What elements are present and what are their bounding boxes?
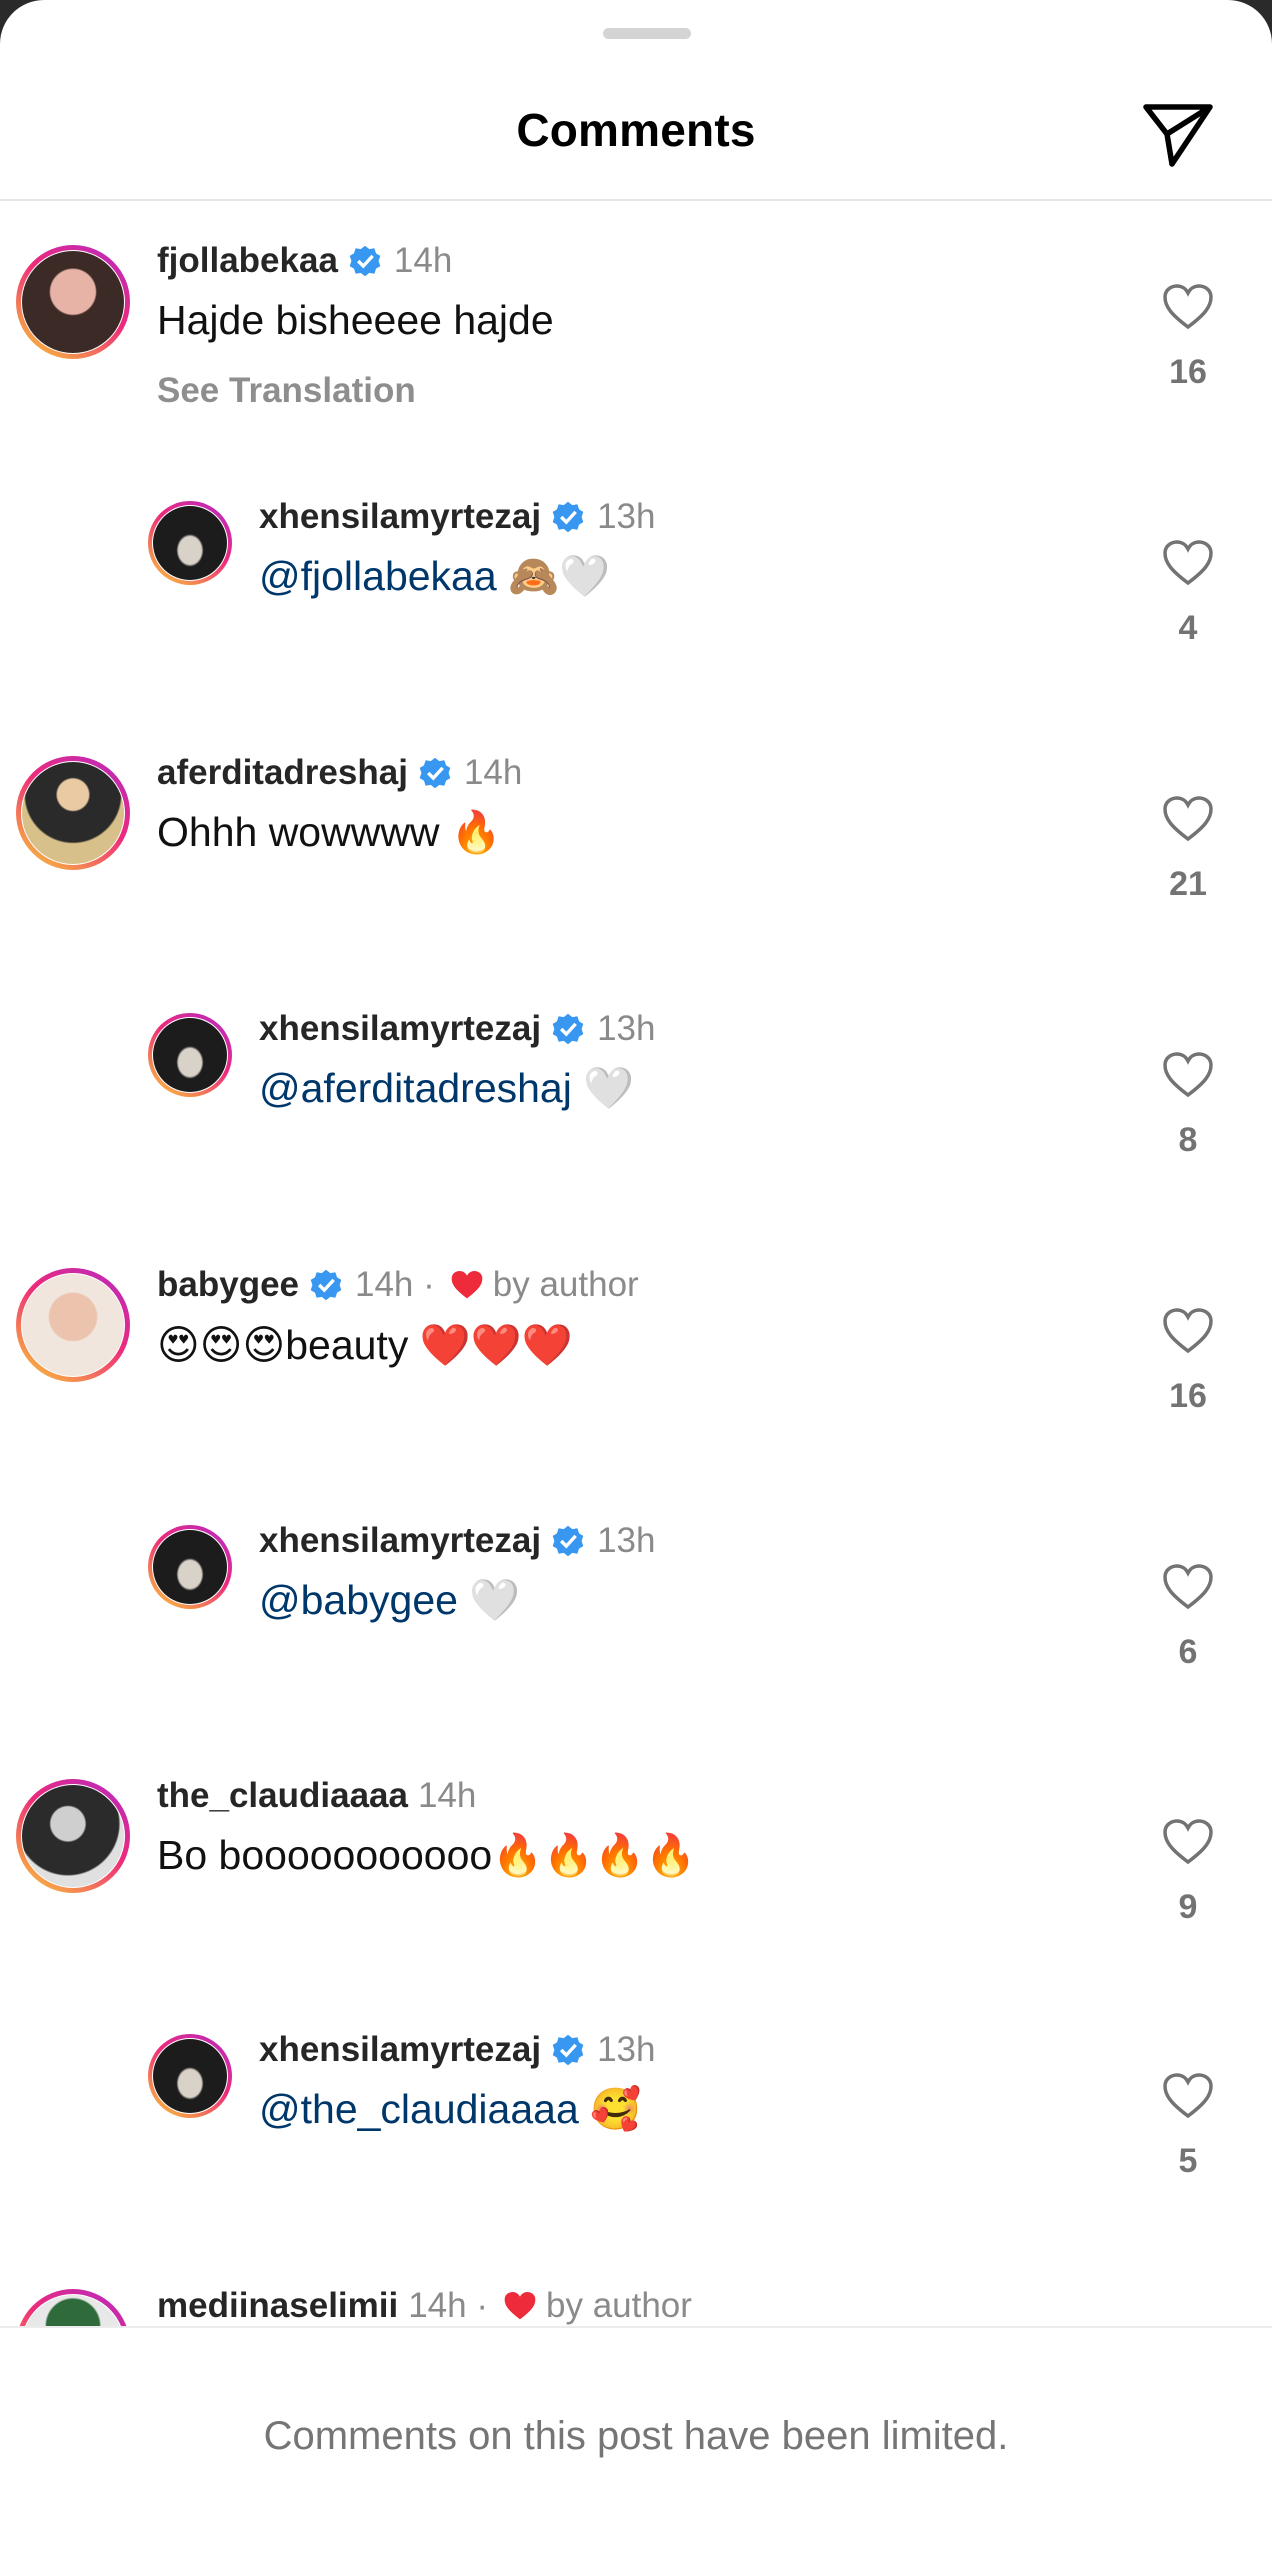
username[interactable]: the_claudiaaaa <box>157 1776 408 1816</box>
heart-icon[interactable] <box>1162 1307 1214 1355</box>
comment-time: 13h <box>597 497 656 536</box>
comment-text: Hajde bisheeee hajde <box>157 297 554 343</box>
comment-text: 🙈🤍 <box>508 553 611 599</box>
heart-filled-icon <box>451 1271 483 1299</box>
heart-filled-icon <box>504 2292 536 2320</box>
mention-link[interactable]: @aferditadreshaj <box>259 1065 572 1111</box>
see-translation-link[interactable]: See Translation <box>157 371 416 411</box>
author-liked-indicator: by author <box>435 1265 639 1305</box>
verified-badge-icon <box>552 1525 584 1557</box>
comment-time: 14h <box>417 1776 477 1815</box>
avatar[interactable] <box>16 1268 130 1382</box>
comment-time: 13h <box>597 1009 656 1048</box>
comments-list[interactable]: fjollabekaa 14h Hajde bisheeee hajde See… <box>0 201 1272 2326</box>
username[interactable]: xhensilamyrtezaj <box>259 1521 541 1561</box>
comment-time: 14h · <box>355 1265 435 1304</box>
verified-badge-icon <box>552 2034 584 2066</box>
avatar[interactable] <box>148 1013 232 1097</box>
verified-badge-icon <box>552 1013 584 1045</box>
by-author-label: by author <box>492 1265 639 1304</box>
avatar[interactable] <box>148 501 232 585</box>
username[interactable]: mediinaselimii <box>157 2286 398 2326</box>
mention-link[interactable]: @babygee <box>259 1577 458 1623</box>
avatar[interactable] <box>16 2289 130 2326</box>
comments-limited-footer: Comments on this post have been limited. <box>0 2326 1272 2560</box>
mention-link[interactable]: @the_claudiaaaa <box>259 2086 579 2132</box>
username[interactable]: fjollabekaa <box>157 241 338 281</box>
username[interactable]: xhensilamyrtezaj <box>259 2030 541 2070</box>
mention-link[interactable]: @fjollabekaa <box>259 553 497 599</box>
comment-time: 13h <box>597 1521 656 1560</box>
like-count: 4 <box>1178 609 1198 647</box>
verified-badge-icon <box>310 1269 342 1301</box>
comments-limited-notice: Comments on this post have been limited. <box>263 2414 1009 2458</box>
verified-badge-icon <box>419 757 451 789</box>
heart-icon[interactable] <box>1162 1563 1214 1611</box>
comment-text: 😍😍😍beauty ❤️❤️❤️ <box>157 1322 573 1368</box>
avatar[interactable] <box>148 2034 232 2118</box>
verified-badge-icon <box>349 245 381 277</box>
username[interactable]: xhensilamyrtezaj <box>259 497 541 537</box>
comment-time: 13h <box>597 2030 656 2069</box>
comment-time: 14h <box>393 241 453 280</box>
comments-sheet: Comments fjollabekaa 14h Hajde bisheeee … <box>0 0 1272 2560</box>
comment-text: 🥰 <box>590 2086 642 2132</box>
comment-text: Bo booooooooooo🔥🔥🔥🔥 <box>157 1832 697 1878</box>
author-liked-indicator: by author <box>488 2286 692 2326</box>
comment-time: 14h <box>463 753 523 792</box>
heart-icon[interactable] <box>1162 283 1214 331</box>
like-count: 16 <box>1169 353 1207 391</box>
like-count: 9 <box>1178 1888 1198 1926</box>
heart-icon[interactable] <box>1162 1818 1214 1866</box>
heart-icon[interactable] <box>1162 539 1214 587</box>
comment-text: 🤍 <box>469 1577 521 1623</box>
drag-handle[interactable] <box>603 28 691 39</box>
avatar[interactable] <box>16 756 130 870</box>
paper-plane-icon[interactable] <box>1138 98 1218 170</box>
comment-text: Ohhh wowwww 🔥 <box>157 809 502 855</box>
avatar[interactable] <box>16 245 130 359</box>
like-count: 8 <box>1178 1121 1198 1159</box>
comment-time: 14h · <box>408 2286 488 2325</box>
by-author-label: by author <box>546 2286 692 2325</box>
like-count: 21 <box>1169 865 1207 903</box>
like-count: 6 <box>1178 1633 1198 1671</box>
username[interactable]: aferditadreshaj <box>157 753 408 793</box>
username[interactable]: babygee <box>157 1265 299 1305</box>
heart-icon[interactable] <box>1162 1051 1214 1099</box>
avatar[interactable] <box>148 1525 232 1609</box>
heart-icon[interactable] <box>1162 795 1214 843</box>
like-count: 5 <box>1178 2142 1198 2180</box>
page-title: Comments <box>516 104 756 156</box>
comment-text: 🤍 <box>583 1065 635 1111</box>
verified-badge-icon <box>552 501 584 533</box>
avatar[interactable] <box>16 1779 130 1893</box>
username[interactable]: xhensilamyrtezaj <box>259 1009 541 1049</box>
heart-icon[interactable] <box>1162 2072 1214 2120</box>
like-count: 16 <box>1169 1377 1207 1415</box>
